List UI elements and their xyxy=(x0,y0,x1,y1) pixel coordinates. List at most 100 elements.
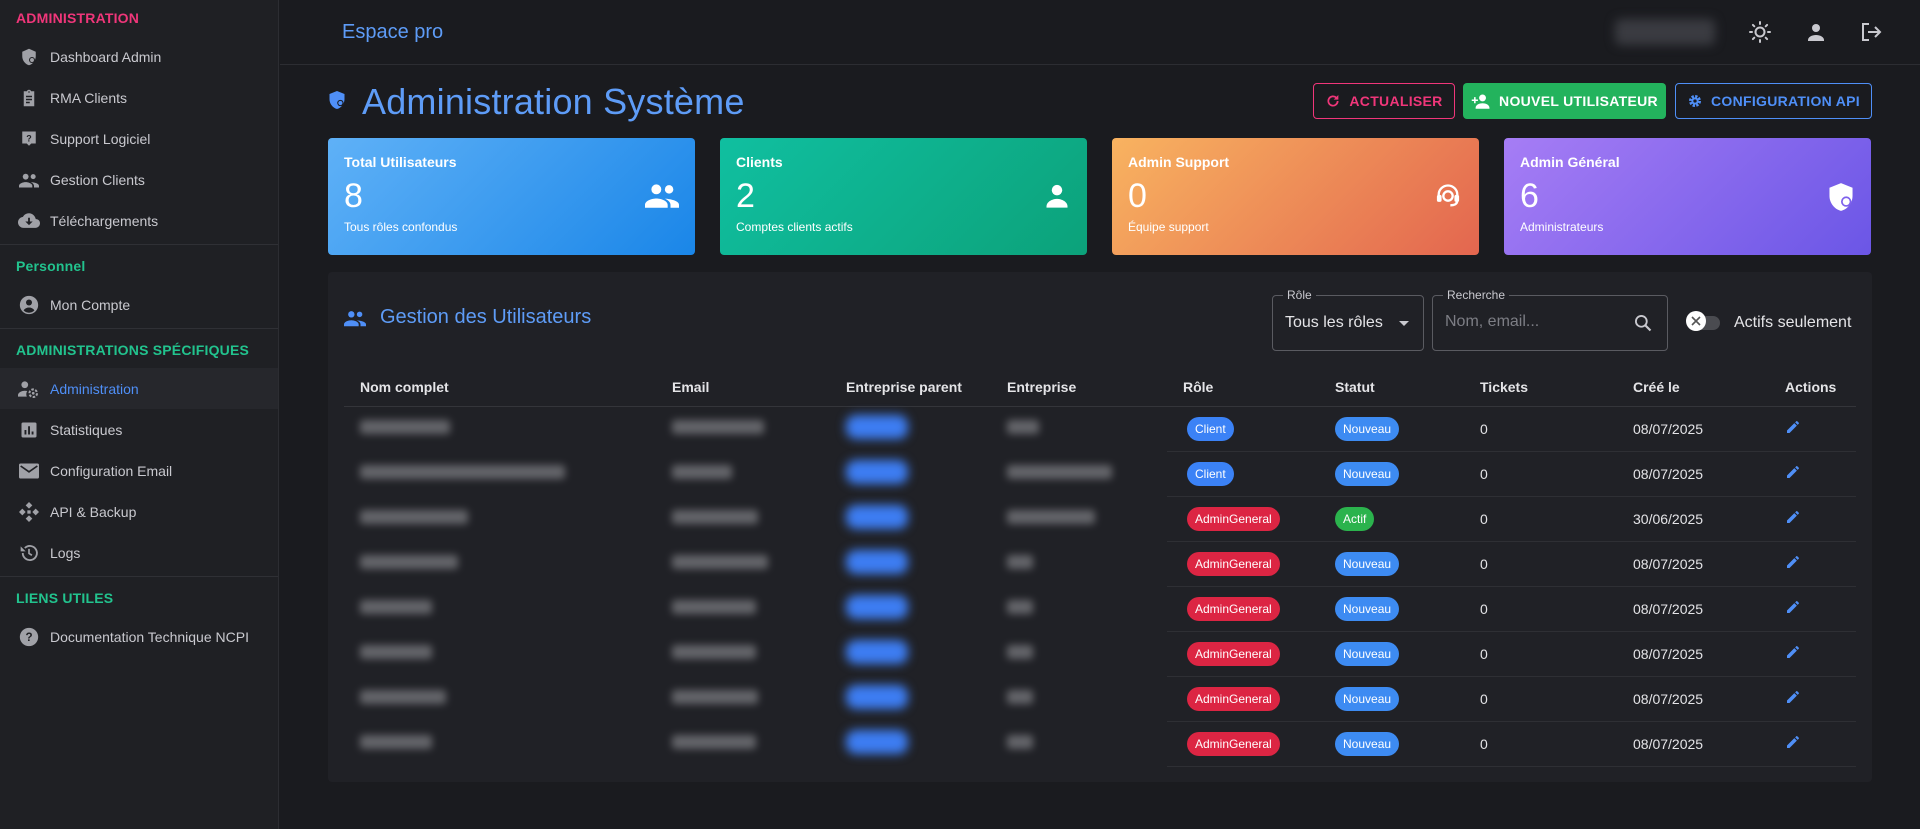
user-profile-icon[interactable] xyxy=(1804,20,1828,44)
refresh-button[interactable]: ACTUALISER xyxy=(1313,83,1455,119)
col-header-name[interactable]: Nom complet xyxy=(344,368,656,407)
status-badge: Actif xyxy=(1335,506,1375,531)
stat-card-clients: Clients 2 Comptes clients actifs xyxy=(720,138,1087,255)
table-row[interactable]: AdminGeneral Nouveau 0 08/07/2025 xyxy=(344,676,1856,722)
table-row[interactable]: AdminGeneral Nouveau 0 08/07/2025 xyxy=(344,541,1856,587)
cell-role: Client xyxy=(1167,406,1319,452)
sidebar-item-api-backup[interactable]: API & Backup xyxy=(0,491,278,532)
help-box-icon: ? xyxy=(18,128,40,150)
users-panel-title-text: Gestion des Utilisateurs xyxy=(380,306,592,328)
stat-value: 8 xyxy=(344,177,363,215)
table-row[interactable]: Client Nouveau 0 08/07/2025 xyxy=(344,451,1856,497)
sidebar-item-logs[interactable]: Logs xyxy=(0,532,278,573)
sidebar-item-dashboard-admin[interactable]: Dashboard Admin xyxy=(0,36,278,77)
edit-icon[interactable] xyxy=(1785,466,1801,483)
edit-icon[interactable] xyxy=(1785,691,1801,708)
stat-subtitle: Tous rôles confondus xyxy=(344,220,458,234)
table-row[interactable]: AdminGeneral Actif 0 30/06/2025 xyxy=(344,496,1856,542)
edit-icon[interactable] xyxy=(1785,736,1801,753)
chevron-down-icon xyxy=(1399,321,1409,326)
cell-created: 30/06/2025 xyxy=(1617,496,1769,542)
cell-email xyxy=(656,406,830,451)
search-field[interactable]: Recherche xyxy=(1432,288,1668,351)
cell-name xyxy=(344,496,656,541)
col-header-tickets[interactable]: Tickets xyxy=(1464,368,1617,407)
role-badge: Client xyxy=(1187,416,1234,441)
sidebar-item-telechargements[interactable]: Téléchargements xyxy=(0,200,278,241)
col-header-role[interactable]: Rôle xyxy=(1167,368,1319,407)
cell-parent-company xyxy=(830,721,991,766)
sidebar-item-rma-clients[interactable]: RMA Clients xyxy=(0,77,278,118)
col-header-company[interactable]: Entreprise xyxy=(991,368,1167,407)
role-badge: AdminGeneral xyxy=(1187,596,1280,621)
edit-icon[interactable] xyxy=(1785,601,1801,618)
sidebar-item-configuration-email[interactable]: Configuration Email xyxy=(0,450,278,491)
active-only-toggle[interactable] xyxy=(1686,311,1722,331)
role-badge: AdminGeneral xyxy=(1187,731,1280,756)
stat-card-admin-general: Admin Général 6 Administrateurs xyxy=(1504,138,1871,255)
theme-sun-icon[interactable] xyxy=(1748,20,1772,44)
close-icon xyxy=(1691,316,1701,326)
table-row[interactable]: AdminGeneral Nouveau 0 08/07/2025 xyxy=(344,631,1856,677)
active-only-label: Actifs seulement xyxy=(1734,314,1852,331)
sidebar-item-label: Administration xyxy=(50,380,139,397)
admin-shield-icon xyxy=(328,90,346,115)
role-badge: Client xyxy=(1187,461,1234,486)
sidebar-item-mon-compte[interactable]: Mon Compte xyxy=(0,284,278,325)
redacted-parent-company xyxy=(846,595,908,619)
top-bar: Espace pro xyxy=(280,0,1920,65)
people-icon xyxy=(18,169,40,191)
table-row[interactable]: AdminGeneral Nouveau 0 08/07/2025 xyxy=(344,721,1856,767)
role-filter-select[interactable]: Rôle Tous les rôles xyxy=(1272,288,1424,351)
brand-title[interactable]: Espace pro xyxy=(342,21,443,44)
person-add-icon xyxy=(1471,94,1490,109)
col-header-created[interactable]: Créé le xyxy=(1617,368,1769,407)
role-badge: AdminGeneral xyxy=(1187,551,1280,576)
col-header-parent-company[interactable]: Entreprise parent xyxy=(830,368,991,407)
cell-created: 08/07/2025 xyxy=(1617,541,1769,587)
col-header-status[interactable]: Statut xyxy=(1319,368,1464,407)
stat-subtitle: Comptes clients actifs xyxy=(736,220,853,234)
sidebar-item-statistiques[interactable]: Statistiques xyxy=(0,409,278,450)
sidebar-item-support-logiciel[interactable]: ? Support Logiciel xyxy=(0,118,278,159)
cell-status: Nouveau xyxy=(1319,676,1464,722)
cell-company xyxy=(991,586,1167,631)
cell-status: Nouveau xyxy=(1319,451,1464,497)
api-config-button[interactable]: CONFIGURATION API xyxy=(1675,83,1872,119)
cell-email xyxy=(656,586,830,631)
cell-company xyxy=(991,496,1167,541)
admin-shield-icon xyxy=(1827,182,1855,217)
sidebar-item-administration[interactable]: Administration xyxy=(0,368,278,409)
support-agent-icon xyxy=(1433,182,1463,215)
cell-created: 08/07/2025 xyxy=(1617,721,1769,767)
logout-icon[interactable] xyxy=(1859,20,1883,44)
stat-card-total-users: Total Utilisateurs 8 Tous rôles confondu… xyxy=(328,138,695,255)
cell-tickets: 0 xyxy=(1464,586,1617,632)
status-badge: Nouveau xyxy=(1335,461,1400,486)
sidebar-item-documentation[interactable]: ? Documentation Technique NCPI xyxy=(0,616,278,657)
col-header-email[interactable]: Email xyxy=(656,368,830,407)
refresh-label: ACTUALISER xyxy=(1349,93,1443,109)
edit-icon[interactable] xyxy=(1785,556,1801,573)
redacted-company xyxy=(1007,735,1033,749)
cloud-download-icon xyxy=(18,210,40,232)
edit-icon[interactable] xyxy=(1785,646,1801,663)
new-user-button[interactable]: NOUVEL UTILISATEUR xyxy=(1463,83,1666,119)
role-badge: AdminGeneral xyxy=(1187,686,1280,711)
table-row[interactable]: AdminGeneral Nouveau 0 08/07/2025 xyxy=(344,586,1856,632)
cell-actions xyxy=(1769,586,1856,632)
cell-company xyxy=(991,721,1167,766)
redacted-name xyxy=(360,510,468,524)
search-icon[interactable] xyxy=(1633,313,1653,338)
search-input[interactable] xyxy=(1445,313,1615,331)
sidebar: ADMINISTRATION Dashboard Admin RMA Clien… xyxy=(0,0,279,829)
edit-icon[interactable] xyxy=(1785,511,1801,528)
cell-tickets: 0 xyxy=(1464,496,1617,542)
svg-text:?: ? xyxy=(26,133,32,143)
cell-tickets: 0 xyxy=(1464,631,1617,677)
edit-icon[interactable] xyxy=(1785,421,1801,438)
table-row[interactable]: Client Nouveau 0 08/07/2025 xyxy=(344,406,1856,452)
cell-name xyxy=(344,541,656,586)
people-icon xyxy=(645,182,679,213)
sidebar-item-gestion-clients[interactable]: Gestion Clients xyxy=(0,159,278,200)
